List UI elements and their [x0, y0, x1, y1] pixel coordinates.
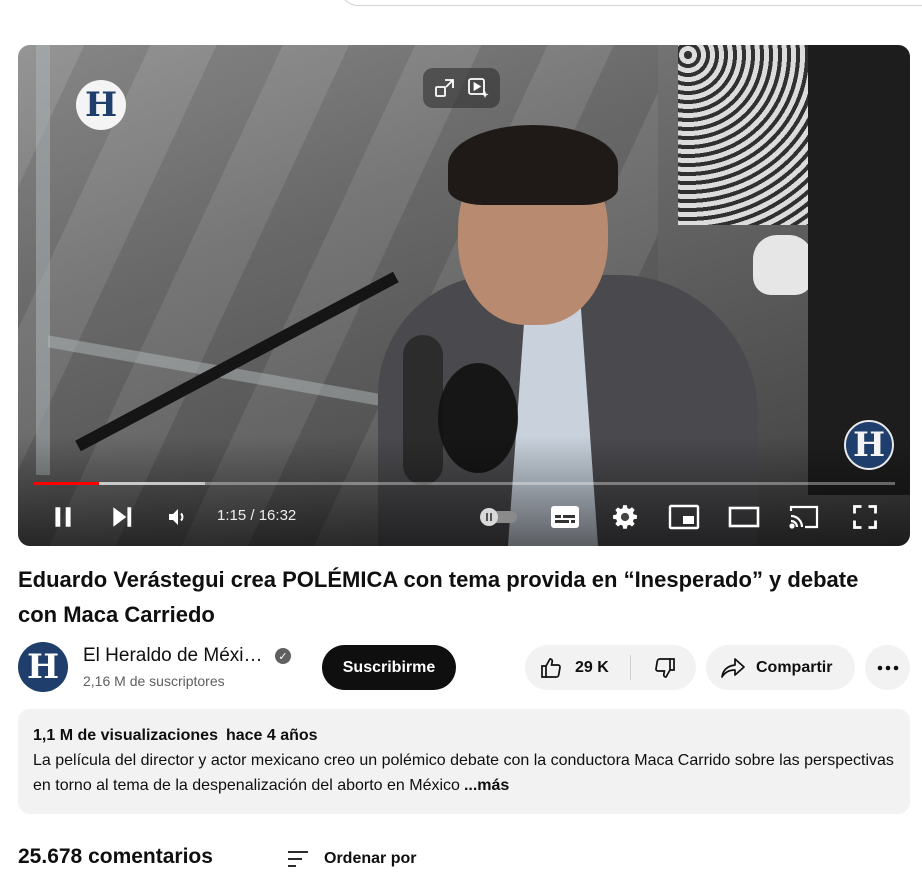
- volume-icon: [169, 509, 184, 525]
- video-frame-glass-edge: [36, 45, 50, 475]
- description-meta: 1,1 M de visualizaciones hace 4 años: [33, 725, 895, 747]
- subtitles-icon: [551, 506, 579, 528]
- mute-button[interactable]: [161, 497, 193, 537]
- upload-date: hace 4 años: [225, 727, 318, 744]
- verified-badge-icon: ✓: [275, 648, 291, 664]
- skip-next-icon: [113, 507, 132, 527]
- description-box[interactable]: 1,1 M de visualizaciones hace 4 años La p…: [18, 709, 910, 814]
- more-actions-button[interactable]: [865, 645, 910, 690]
- thumbs-up-icon: [541, 657, 561, 678]
- pause-button[interactable]: [46, 497, 80, 537]
- autoplay-toggle[interactable]: [476, 497, 522, 537]
- time-separator: /: [246, 507, 259, 524]
- channel-name[interactable]: El Heraldo de Méxi…: [83, 645, 263, 667]
- share-icon: [721, 657, 745, 678]
- miniplayer-button[interactable]: [666, 497, 702, 537]
- subtitles-button[interactable]: [548, 497, 582, 537]
- share-button[interactable]: Compartir: [706, 645, 855, 690]
- player-controls: 1:15 / 16:32: [18, 497, 910, 537]
- like-dislike-group: 29 K: [525, 645, 696, 690]
- video-frame-shoe: [753, 235, 813, 295]
- pause-icon: [55, 507, 71, 527]
- fullscreen-button[interactable]: [848, 497, 882, 537]
- cast-icon: [789, 505, 819, 529]
- autoplay-preview-icon[interactable]: [464, 74, 492, 102]
- time-display: 1:15 / 16:32: [217, 507, 296, 524]
- sort-icon: [288, 851, 308, 867]
- cast-button[interactable]: [786, 497, 822, 537]
- channel-branding-watermark[interactable]: H: [844, 420, 894, 470]
- subscribe-button[interactable]: Suscribirme: [322, 645, 456, 690]
- view-count: 1,1 M de visualizaciones: [33, 727, 218, 744]
- progress-played: [33, 482, 99, 485]
- like-button[interactable]: 29 K: [525, 645, 630, 690]
- next-video-button[interactable]: [106, 497, 138, 537]
- fullscreen-icon: [853, 505, 877, 529]
- like-count: 29 K: [575, 658, 609, 676]
- sort-comments-button[interactable]: Ordenar por: [286, 845, 416, 873]
- search-box-edge[interactable]: [340, 0, 922, 6]
- thumbs-down-icon: [654, 657, 675, 678]
- video-player[interactable]: H H 1:15 / 16:32: [18, 45, 910, 546]
- channel-watermark-logo: H: [76, 80, 126, 130]
- dislike-button[interactable]: [633, 645, 696, 690]
- miniplayer-icon[interactable]: [431, 74, 459, 102]
- player-top-actions: [423, 68, 500, 108]
- progress-bar[interactable]: [33, 482, 895, 485]
- miniplayer-icon: [668, 504, 700, 530]
- channel-avatar[interactable]: H: [18, 642, 68, 692]
- settings-button[interactable]: [608, 497, 642, 537]
- video-title: Eduardo Verástegui crea POLÉMICA con tem…: [18, 567, 859, 627]
- subscriber-count: 2,16 M de suscriptores: [83, 673, 225, 689]
- description-more-link[interactable]: ...más: [464, 777, 509, 794]
- comments-count: 25.678 comentarios: [18, 845, 213, 868]
- share-label: Compartir: [756, 658, 833, 676]
- gear-icon: [613, 505, 637, 529]
- duration: 16:32: [258, 507, 297, 524]
- more-horizontal-icon: [877, 665, 898, 670]
- autoplay-toggle-icon: [480, 508, 517, 526]
- theater-mode-icon: [728, 506, 760, 528]
- like-divider: [630, 655, 631, 680]
- theater-mode-button[interactable]: [726, 497, 762, 537]
- current-time: 1:15: [217, 507, 247, 524]
- sort-label: Ordenar por: [324, 850, 417, 867]
- description-text: La película del director y actor mexican…: [33, 748, 895, 798]
